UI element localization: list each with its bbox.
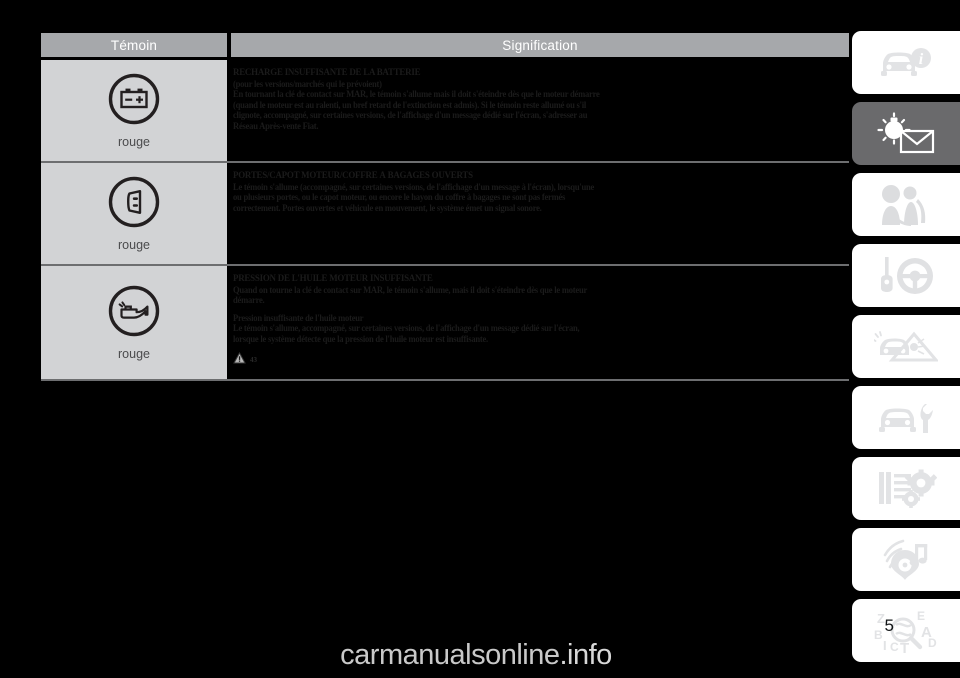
signification-cell: RECHARGE INSUFFISANTE DE LA BATTERIE (po… (231, 60, 849, 161)
warning-title: RECHARGE INSUFFISANTE DE LA BATTERIE (233, 68, 421, 78)
cross-reference-page: 43 (250, 355, 257, 364)
warning-body-line: (pour les versions/marchés qui le prévoi… (233, 78, 382, 89)
warning-body-line: Quand on tourne la clé de contact sur MA… (233, 284, 588, 295)
warning-body-line: Réseau Après-vente Fiat. (233, 120, 319, 131)
svg-text:E: E (917, 609, 925, 623)
sidebar-item-safety[interactable] (852, 173, 960, 236)
warning-body-line: démarre. (233, 295, 265, 306)
cross-reference-note: 43 (233, 351, 839, 369)
chapter-tabs-sidebar: i Z B I C T E A D (852, 31, 960, 670)
occupant-seatbelt-icon (877, 183, 935, 227)
column-header-temoin: Témoin (41, 33, 227, 57)
table-header-row: Témoin Signification (41, 33, 849, 57)
door-open-icon (107, 175, 161, 229)
column-header-signification: Signification (231, 33, 849, 57)
sidebar-item-dashboard-messages[interactable] (852, 102, 960, 165)
warning-body-line: lorsque le système détecte que la pressi… (233, 333, 488, 344)
manual-page: Témoin Signification rouge RECHARGE INSU… (0, 0, 960, 678)
watermark-main: carmanualsonline (340, 639, 560, 671)
sidebar-item-emergency[interactable] (852, 315, 960, 378)
signification-cell: PRESSION DE L'HUILE MOTEUR INSUFFISANTE … (231, 266, 849, 379)
warning-body-line: Le témoin s'allume, accompagné, sur cert… (233, 323, 580, 334)
car-info-icon: i (875, 43, 937, 83)
sidebar-item-starting-driving[interactable] (852, 244, 960, 307)
temoin-cell: rouge (41, 163, 227, 264)
warning-title: PORTES/CAPOT MOTEUR/COFFRE À BAGAGES OUV… (233, 171, 473, 181)
sidebar-item-car-info[interactable]: i (852, 31, 960, 94)
car-warning-icon (874, 327, 938, 367)
key-steering-icon (875, 255, 937, 297)
oil-pressure-icon (107, 284, 161, 338)
warning-body-line: correctement. Portes ouvertes et véhicul… (233, 202, 542, 213)
table-row: rouge RECHARGE INSUFFISANTE DE LA BATTER… (41, 60, 849, 163)
sidebar-item-technical-specs[interactable] (852, 457, 960, 520)
battery-icon (107, 72, 161, 126)
watermark-suffix: .info (559, 639, 612, 671)
list-gears-icon (875, 468, 937, 510)
table-row: rouge PORTES/CAPOT MOTEUR/COFFRE À BAGAG… (41, 163, 849, 266)
watermark: carmanualsonline.info (0, 639, 960, 672)
lamp-envelope-icon (872, 111, 940, 156)
warning-triangle-icon (233, 351, 246, 369)
sidebar-item-multimedia[interactable] (852, 528, 960, 591)
warning-title: PRESSION DE L'HUILE MOTEUR INSUFFISANTE (233, 274, 433, 284)
warning-body-line: clignote, accompagné, sur certaines vers… (233, 110, 588, 121)
warning-body-line: Le témoin s'allume (accompagné, sur cert… (233, 181, 595, 192)
svg-text:i: i (919, 51, 924, 68)
signification-cell: PORTES/CAPOT MOTEUR/COFFRE À BAGAGES OUV… (231, 163, 849, 264)
temoin-cell: rouge (41, 60, 227, 161)
page-number: 5 (884, 616, 894, 635)
table-row: rouge PRESSION DE L'HUILE MOTEUR INSUFFI… (41, 266, 849, 381)
music-signal-icon (877, 538, 935, 582)
temoin-color-label: rouge (118, 346, 150, 361)
sidebar-item-maintenance[interactable] (852, 386, 960, 449)
warning-lights-table: Témoin Signification rouge RECHARGE INSU… (41, 33, 849, 381)
warning-body-line: (quand le moteur est au ralenti, un bref… (233, 99, 587, 110)
temoin-cell: rouge (41, 266, 227, 379)
warning-body-line: ou plusieurs portes, ou le capot moteur,… (233, 192, 566, 203)
temoin-color-label: rouge (118, 135, 150, 149)
warning-subtitle: Pression insuffisante de l'huile moteur (233, 312, 364, 323)
car-wrench-icon (875, 398, 937, 438)
temoin-color-label: rouge (118, 238, 150, 252)
warning-body-line: En tournant la clé de contact sur MAR, l… (233, 89, 600, 100)
